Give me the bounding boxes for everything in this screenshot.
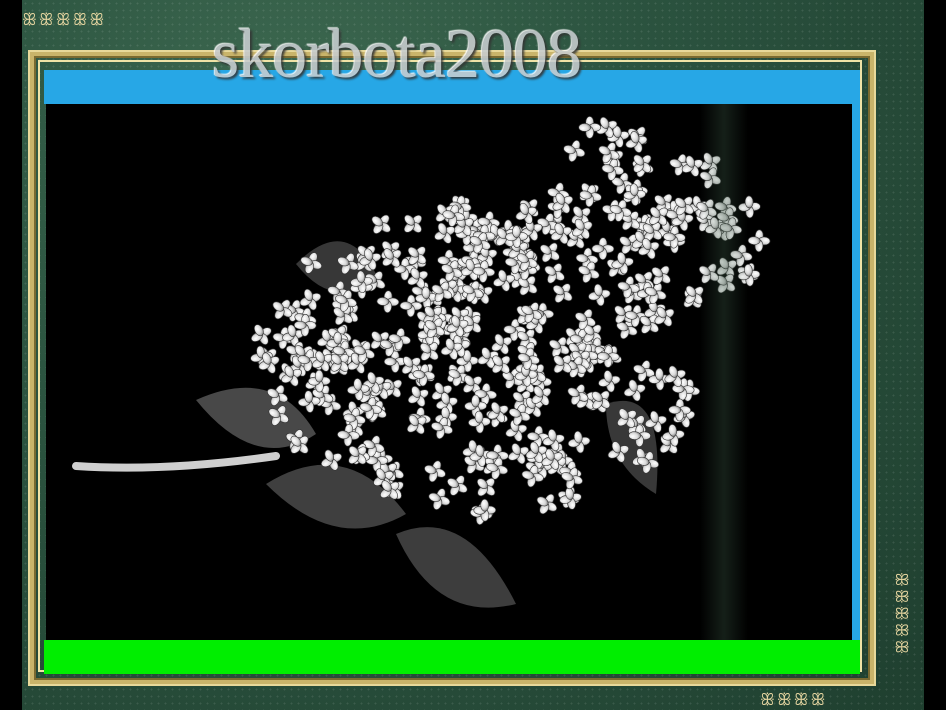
watermark-text: skorbota2008 <box>212 16 582 93</box>
lilac-floret <box>403 214 423 233</box>
lilac-floret <box>428 488 451 510</box>
lilac-blossom-cluster <box>250 116 771 525</box>
lilac-floret <box>536 493 558 515</box>
lilac-floret <box>447 475 468 496</box>
lilac-floret <box>598 370 621 393</box>
lilac-floret <box>559 487 582 510</box>
gold-ornament-top-left: ꕥꕥꕥꕥꕥ <box>22 10 107 29</box>
lilac-floret <box>578 116 602 139</box>
lilac-floret <box>567 430 591 454</box>
lilac-floret <box>251 324 272 345</box>
lilac-floret <box>623 379 646 402</box>
light-stripe-overlay <box>700 104 748 640</box>
lilac-floret <box>539 242 560 263</box>
green-band-bottom <box>44 640 860 674</box>
blue-band-right <box>852 104 860 644</box>
gold-ornament-bottom: ꕥꕥꕥꕥ <box>760 690 828 709</box>
lilac-floret <box>424 460 446 483</box>
lilac-floret <box>747 229 771 253</box>
lilac-floret <box>371 214 391 234</box>
letterbox-right <box>924 0 946 710</box>
lilac-floret <box>588 283 611 307</box>
gold-ornament-right: ꕥꕥꕥꕥꕥ <box>892 572 911 657</box>
lilac-floret <box>376 290 400 313</box>
video-frame: ꕥꕥꕥꕥꕥ ꕥꕥꕥꕥꕥ ꕥꕥꕥꕥ skorbota2008 <box>0 0 946 710</box>
lilac-floret <box>544 263 565 284</box>
letterbox-left <box>0 0 22 710</box>
lilac-floret <box>563 140 586 162</box>
